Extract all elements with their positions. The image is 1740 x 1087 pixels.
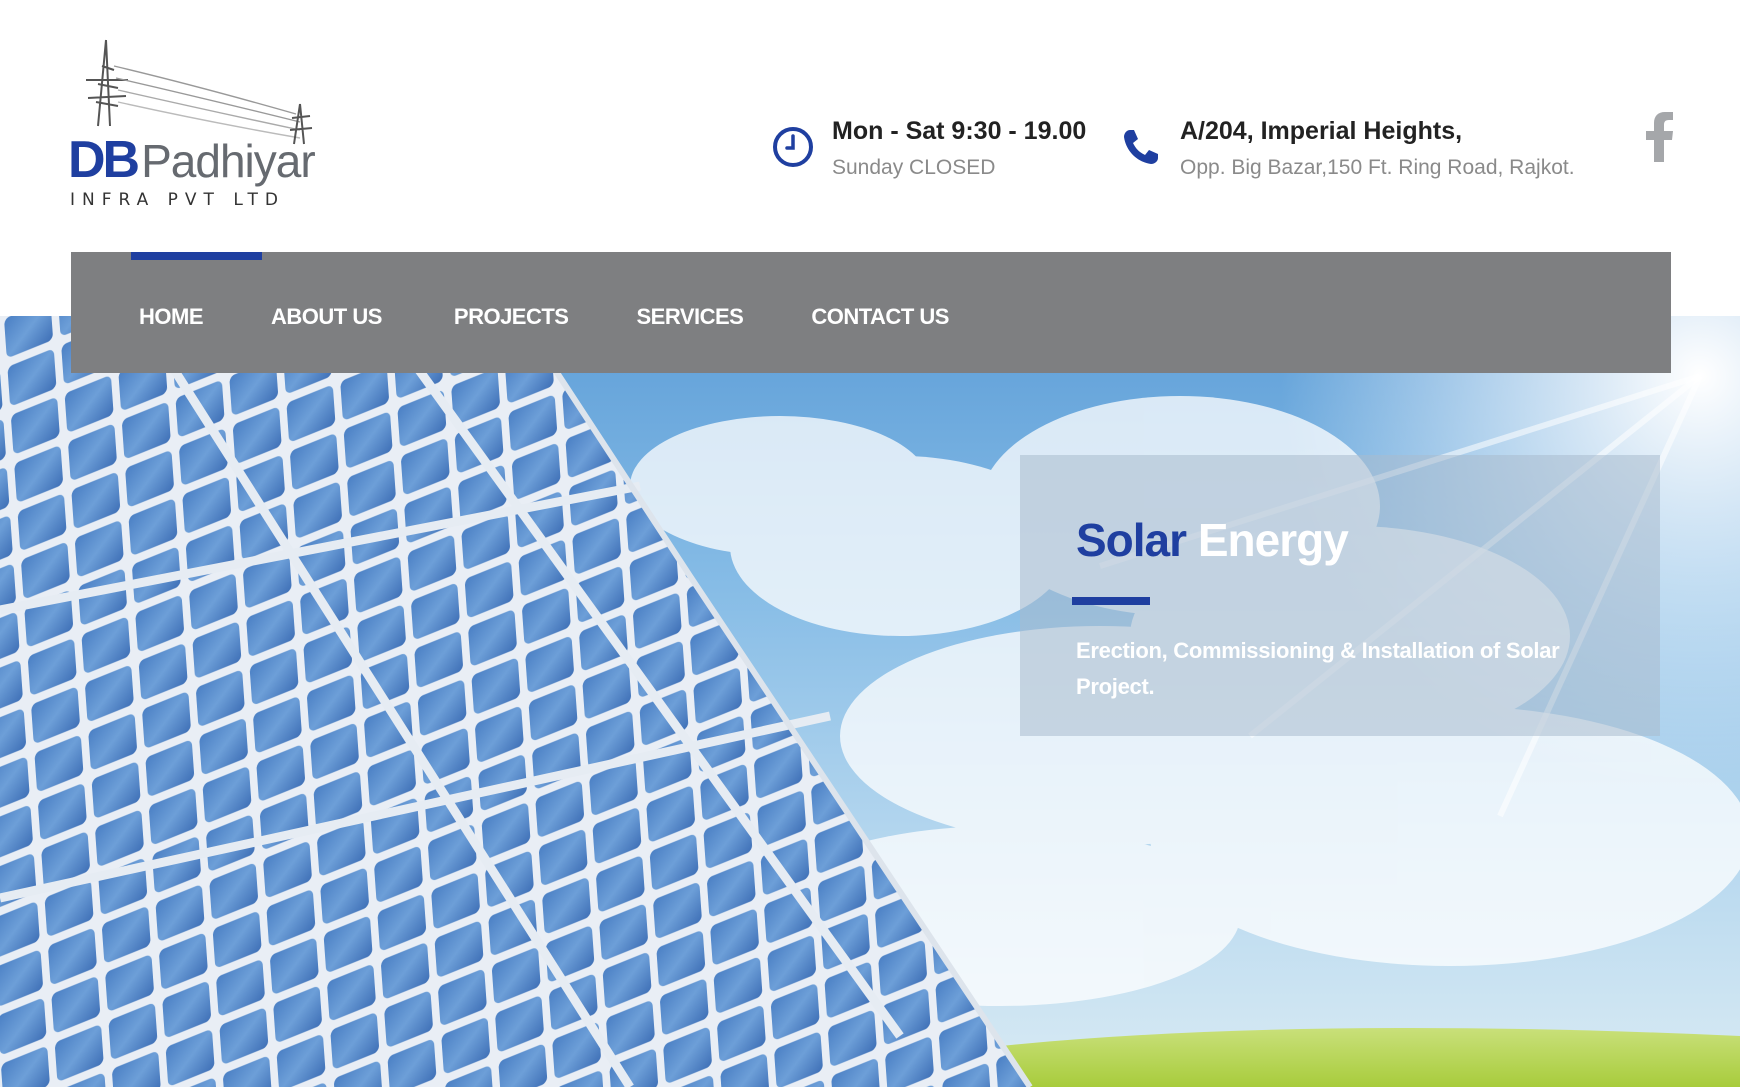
address: A/204, Imperial Heights, Opp. Big Bazar,… — [1118, 117, 1575, 180]
slide-caption: Solar Energy Erection, Commissioning & I… — [1020, 455, 1660, 736]
logo-name: Padhiyar — [141, 135, 316, 187]
brand-logo[interactable]: DBPadhiyar Infra Pvt Ltd — [68, 36, 328, 216]
clock-icon — [773, 127, 813, 167]
nav-item-home[interactable]: HOME — [139, 304, 204, 330]
slide-title: Solar Energy — [1076, 513, 1349, 567]
phone-icon — [1124, 130, 1158, 164]
slide-description: Erection, Commissioning & Installation o… — [1076, 638, 1560, 699]
hours-sub: Sunday CLOSED — [832, 155, 996, 179]
hero-slider: Solar Energy Erection, Commissioning & I… — [0, 316, 1740, 1087]
hours-title: Mon - Sat 9:30 - 19.00 — [832, 117, 1087, 145]
active-tab-indicator — [131, 252, 262, 260]
logo-initials: DB — [68, 131, 140, 189]
opening-hours: Mon - Sat 9:30 - 19.00 Sunday CLOSED — [770, 117, 1087, 180]
facebook-icon — [1646, 112, 1673, 162]
logo-tagline: Infra Pvt Ltd — [70, 190, 285, 210]
nav-item-projects[interactable]: PROJECTS — [454, 304, 569, 330]
title-underline — [1072, 597, 1150, 605]
power-tower-icon — [86, 39, 313, 145]
slide-title-rest: Energy — [1197, 514, 1349, 566]
address-sub: Opp. Big Bazar,150 Ft. Ring Road, Rajkot… — [1180, 155, 1575, 179]
main-nav: HOME ABOUT US PROJECTS SERVICES CONTACT … — [71, 252, 1671, 373]
facebook-link[interactable] — [1646, 112, 1674, 162]
slide-title-highlight: Solar — [1076, 514, 1187, 566]
nav-menu: HOME ABOUT US PROJECTS SERVICES CONTACT … — [139, 304, 949, 330]
nav-item-services[interactable]: SERVICES — [636, 304, 743, 330]
logo-wordmark: DBPadhiyar — [68, 131, 316, 189]
nav-item-contact[interactable]: CONTACT US — [811, 304, 949, 330]
address-title: A/204, Imperial Heights, — [1180, 117, 1463, 145]
nav-item-about[interactable]: ABOUT US — [271, 304, 382, 330]
